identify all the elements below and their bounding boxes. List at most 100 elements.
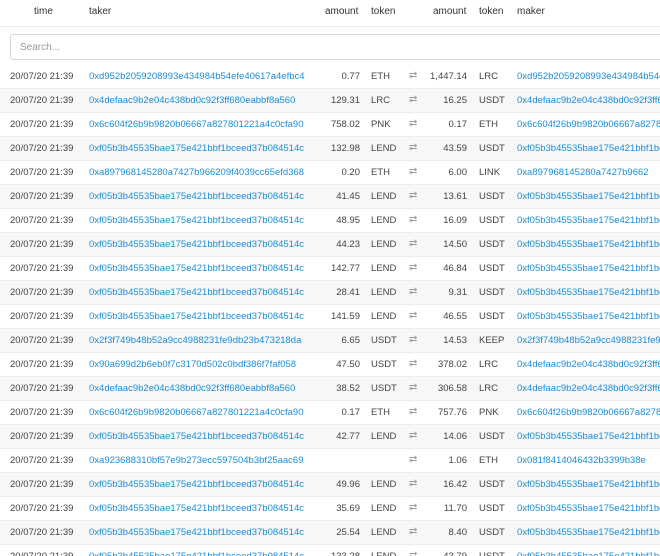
- maker-address-link[interactable]: 0xf05b3b45535bae175e421bbf1bceed37b08451…: [517, 311, 660, 322]
- maker-address-link[interactable]: 0xf05b3b45535bae175e421bbf1bceed37b08451…: [517, 431, 660, 442]
- taker-address-link[interactable]: 0xa897968145280a7427b966209f4039cc65efd3…: [89, 167, 321, 178]
- taker-address-link[interactable]: 0x2f3f749b48b52a9cc4988231fe9db23b473218…: [89, 335, 321, 346]
- table-row[interactable]: 20/07/20 21:39 0xf05b3b45535bae175e421bbf…: [0, 185, 660, 209]
- taker-token: LEND: [371, 215, 397, 226]
- taker-amount: 47.50: [336, 359, 360, 370]
- taker-address-link[interactable]: 0xf05b3b45535bae175e421bbf1bceed37b08451…: [89, 239, 321, 250]
- column-header-amount-1[interactable]: amount: [325, 6, 358, 17]
- maker-address-link[interactable]: 0xf05b3b45535bae175e421bbf1bceed37b08451…: [517, 287, 660, 298]
- maker-address-link[interactable]: 0xf05b3b45535bae175e421bbf1bceed37b08451…: [517, 503, 660, 514]
- taker-address-link[interactable]: 0xf05b3b45535bae175e421bbf1bceed37b08451…: [89, 191, 321, 202]
- table-row[interactable]: 20/07/20 21:39 0xf05b3b45535bae175e421bbf…: [0, 209, 660, 233]
- maker-token: USDT: [479, 215, 505, 226]
- taker-address-link[interactable]: 0xf05b3b45535bae175e421bbf1bceed37b08451…: [89, 287, 321, 298]
- taker-amount: 142.77: [330, 263, 360, 274]
- taker-address-link[interactable]: 0xf05b3b45535bae175e421bbf1bceed37b08451…: [89, 263, 321, 274]
- taker-address-link[interactable]: 0xa923688310bf57e9b273ecc597504b3bf25aac…: [89, 455, 321, 466]
- taker-amount: 6.65: [341, 335, 361, 346]
- taker-address-link[interactable]: 0x4defaac9b2e04c438bd0c92f3ff680eabbf8a5…: [89, 383, 321, 394]
- trade-time: 20/07/20 21:39: [10, 287, 74, 298]
- taker-address-link[interactable]: 0xf05b3b45535bae175e421bbf1bceed37b08451…: [89, 215, 321, 226]
- table-row[interactable]: 20/07/20 21:39 0xa897968145280a7427b96620…: [0, 161, 660, 185]
- trade-time: 20/07/20 21:39: [10, 431, 74, 442]
- table-row[interactable]: 20/07/20 21:39 0xf05b3b45535bae175e421bbf…: [0, 233, 660, 257]
- maker-address-link[interactable]: 0x081f8414046432b3399b38e: [517, 455, 660, 466]
- taker-amount: 44.23: [336, 239, 360, 250]
- table-row[interactable]: 20/07/20 21:39 0xf05b3b45535bae175e421bbf…: [0, 281, 660, 305]
- swap-arrows-icon: ⇄: [409, 382, 418, 393]
- maker-address-link[interactable]: 0xf05b3b45535bae175e421bbf1bceed37b08451…: [517, 479, 660, 490]
- taker-address-link[interactable]: 0xf05b3b45535bae175e421bbf1bceed37b08451…: [89, 431, 321, 442]
- taker-amount: 132.98: [330, 143, 360, 154]
- table-row[interactable]: 20/07/20 21:39 0xf05b3b45535bae175e421bbf…: [0, 305, 660, 329]
- swap-arrows-icon: ⇄: [409, 406, 418, 417]
- table-row[interactable]: 20/07/20 21:39 0x4defaac9b2e04c438bd0c92f…: [0, 377, 660, 401]
- maker-address-link[interactable]: 0xf05b3b45535bae175e421bbf1bceed37b08451…: [517, 527, 660, 538]
- taker-address-link[interactable]: 0xf05b3b45535bae175e421bbf1bceed37b08451…: [89, 503, 321, 514]
- table-row[interactable]: 20/07/20 21:39 0xf05b3b45535bae175e421bbf…: [0, 137, 660, 161]
- taker-amount: 41.45: [336, 191, 360, 202]
- taker-address-link[interactable]: 0xf05b3b45535bae175e421bbf1bceed37b08451…: [89, 143, 321, 154]
- trade-time: 20/07/20 21:39: [10, 71, 74, 82]
- table-row[interactable]: 20/07/20 21:39 0xd952b2059208993e434984b5…: [0, 65, 660, 89]
- maker-token: LINK: [479, 167, 501, 178]
- taker-address-link[interactable]: 0x6c604f26b9b9820b06667a827801221a4c0cfa…: [89, 119, 321, 130]
- maker-address-link[interactable]: 0x4defaac9b2e04c438bd0c92f3ff680eabbf8a5…: [517, 359, 660, 370]
- swap-arrows-icon: ⇄: [409, 526, 418, 537]
- table-row[interactable]: 20/07/20 21:39 0xa923688310bf57e9b273ecc5…: [0, 449, 660, 473]
- maker-amount: 16.09: [443, 215, 467, 226]
- table-row[interactable]: 20/07/20 21:39 0xf05b3b45535bae175e421bbf…: [0, 521, 660, 545]
- maker-address-link[interactable]: 0x6c604f26b9b9820b06667a827801221a4c0cfa…: [517, 407, 660, 418]
- column-header-maker[interactable]: maker: [517, 6, 545, 17]
- maker-address-link[interactable]: 0xf05b3b45535bae175e421bbf1bceed37b08451…: [517, 143, 660, 154]
- search-input[interactable]: [11, 35, 620, 59]
- table-row[interactable]: 20/07/20 21:39 0x6c604f26b9b9820b06667a82…: [0, 113, 660, 137]
- maker-address-link[interactable]: 0xa897968145280a7427b9662: [517, 167, 660, 178]
- table-row[interactable]: 20/07/20 21:39 0x90a699d2b6eb0f7c3170d502…: [0, 353, 660, 377]
- taker-address-link[interactable]: 0xf05b3b45535bae175e421bbf1bceed37b08451…: [89, 551, 321, 556]
- taker-address-link[interactable]: 0x90a699d2b6eb0f7c3170d502c0bdf386f7faf0…: [89, 359, 321, 370]
- table-row[interactable]: 20/07/20 21:39 0xf05b3b45535bae175e421bbf…: [0, 257, 660, 281]
- trade-time: 20/07/20 21:39: [10, 263, 74, 274]
- taker-token: LEND: [371, 503, 397, 514]
- table-row[interactable]: 20/07/20 21:39 0x2f3f749b48b52a9cc4988231…: [0, 329, 660, 353]
- column-header-taker[interactable]: taker: [89, 6, 111, 17]
- table-row[interactable]: 20/07/20 21:39 0x4defaac9b2e04c438bd0c92f…: [0, 89, 660, 113]
- maker-amount: 43.79: [443, 551, 467, 556]
- swap-arrows-icon: ⇄: [409, 142, 418, 153]
- column-header-time[interactable]: time: [34, 6, 53, 17]
- maker-address-link[interactable]: 0xf05b3b45535bae175e421bbf1bceed37b08451…: [517, 191, 660, 202]
- table-row[interactable]: 20/07/20 21:39 0xf05b3b45535bae175e421bbf…: [0, 545, 660, 556]
- maker-address-link[interactable]: 0x4defaac9b2e04c438bd0c92f3ff680eabbf8a5…: [517, 383, 660, 394]
- swap-arrows-icon: ⇄: [409, 286, 418, 297]
- table-row[interactable]: 20/07/20 21:39 0x6c604f26b9b9820b06667a82…: [0, 401, 660, 425]
- maker-token: ETH: [479, 455, 498, 466]
- taker-address-link[interactable]: 0xf05b3b45535bae175e421bbf1bceed37b08451…: [89, 527, 321, 538]
- search-box: [10, 34, 660, 60]
- maker-address-link[interactable]: 0xf05b3b45535bae175e421bbf1bceed37b08451…: [517, 263, 660, 274]
- trade-time: 20/07/20 21:39: [10, 95, 74, 106]
- maker-address-link[interactable]: 0x2f3f749b48b52a9cc4988231fe9db23b473218…: [517, 335, 660, 346]
- taker-address-link[interactable]: 0x6c604f26b9b9820b06667a827801221a4c0cfa…: [89, 407, 321, 418]
- maker-address-link[interactable]: 0xf05b3b45535bae175e421bbf1bceed37b08451…: [517, 215, 660, 226]
- table-row[interactable]: 20/07/20 21:39 0xf05b3b45535bae175e421bbf…: [0, 473, 660, 497]
- maker-address-link[interactable]: 0xf05b3b45535bae175e421bbf1bceed37b08451…: [517, 239, 660, 250]
- column-header-amount-2[interactable]: amount: [433, 6, 466, 17]
- maker-address-link[interactable]: 0xf05b3b45535bae175e421bbf1bceed37b08451…: [517, 551, 660, 556]
- swap-arrows-icon: ⇄: [409, 430, 418, 441]
- taker-address-link[interactable]: 0xf05b3b45535bae175e421bbf1bceed37b08451…: [89, 479, 321, 490]
- trade-time: 20/07/20 21:39: [10, 239, 74, 250]
- taker-address-link[interactable]: 0x4defaac9b2e04c438bd0c92f3ff680eabbf8a5…: [89, 95, 321, 106]
- column-header-token-1[interactable]: token: [371, 6, 395, 17]
- taker-token: USDT: [371, 383, 397, 394]
- maker-address-link[interactable]: 0x4defaac9b2e04c438bd0c92f3ff680eabbf8a5…: [517, 95, 660, 106]
- taker-address-link[interactable]: 0xf05b3b45535bae175e421bbf1bceed37b08451…: [89, 311, 321, 322]
- taker-token: LEND: [371, 263, 397, 274]
- taker-amount: 0.17: [341, 407, 361, 418]
- table-row[interactable]: 20/07/20 21:39 0xf05b3b45535bae175e421bbf…: [0, 425, 660, 449]
- maker-address-link[interactable]: 0xd952b2059208993e434984b54efe40617a4efb…: [517, 71, 660, 82]
- column-header-token-2[interactable]: token: [479, 6, 503, 17]
- maker-address-link[interactable]: 0x6c604f26b9b9820b06667a827801221a4c0cfa…: [517, 119, 660, 130]
- table-row[interactable]: 20/07/20 21:39 0xf05b3b45535bae175e421bbf…: [0, 497, 660, 521]
- taker-address-link[interactable]: 0xd952b2059208993e434984b54efe40617a4efb…: [89, 71, 321, 82]
